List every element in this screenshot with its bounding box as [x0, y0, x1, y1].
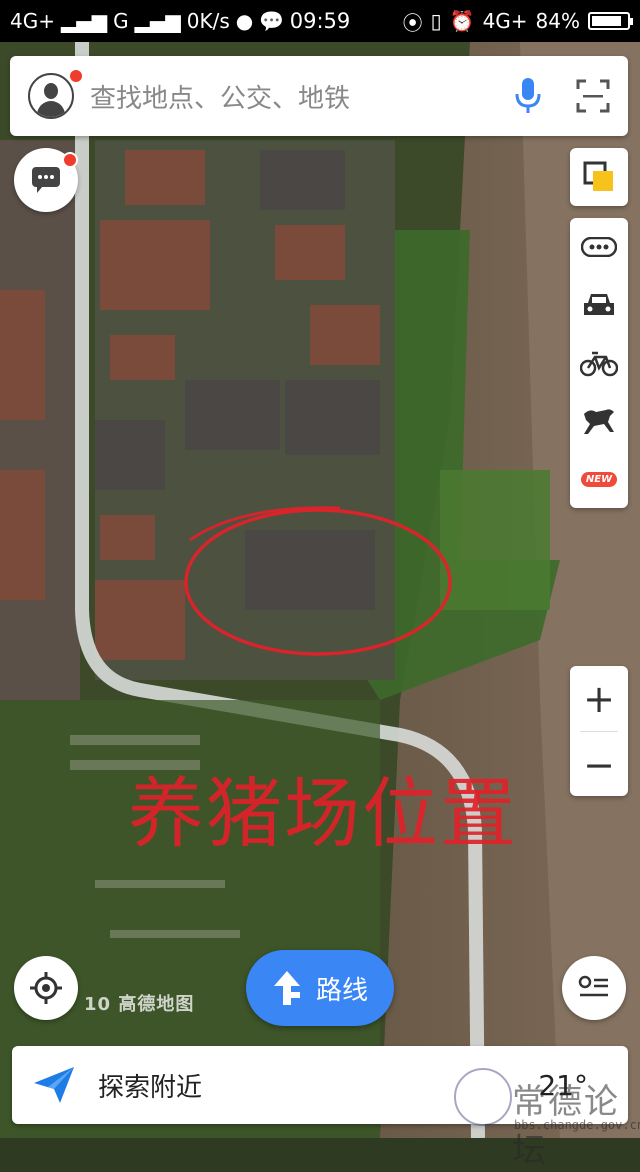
tool-panel: NEW: [570, 218, 628, 508]
explore-label: 探索附近: [98, 1072, 203, 1103]
location-icon: ⦿: [402, 10, 423, 35]
network-label: 4G+: [10, 9, 55, 33]
scan-icon[interactable]: [576, 79, 610, 113]
network-label: 4G+: [482, 9, 528, 33]
battery-text: 84%: [535, 9, 580, 33]
temperature: 21°: [538, 1068, 588, 1102]
battery-icon: [588, 12, 633, 30]
microphone-icon[interactable]: [514, 76, 542, 116]
network-label: G: [113, 9, 129, 33]
list-view-button[interactable]: [562, 956, 626, 1020]
net-speed: 0K/s: [186, 9, 230, 33]
route-arrow-icon: [273, 971, 300, 1005]
zoom-out-button[interactable]: −: [570, 732, 628, 797]
notification-dot: [68, 68, 84, 84]
message-icon: [32, 167, 60, 193]
new-feature-button[interactable]: NEW: [570, 450, 628, 508]
message-button[interactable]: [14, 148, 78, 212]
horse-icon: [584, 409, 614, 434]
annotation-text: 养猪场位置: [128, 769, 518, 858]
signal-icon: ▂▄▆: [60, 9, 108, 33]
taxi-button[interactable]: [570, 276, 628, 334]
search-input[interactable]: 查找地点、公交、地铁: [90, 78, 514, 115]
route-label: 路线: [315, 975, 368, 1006]
bicycle-icon: [580, 351, 618, 377]
send-arrow-icon: [34, 1067, 74, 1103]
notification-dot: [62, 152, 78, 168]
new-badge: NEW: [580, 471, 618, 487]
locate-button[interactable]: [14, 956, 78, 1020]
more-dots-icon: [581, 237, 617, 257]
map-logo: 10 高德地图: [84, 994, 195, 1015]
wechat-icon: ●: [235, 9, 254, 33]
signal-icon: ▂▄▆: [134, 9, 181, 33]
horse-button[interactable]: [570, 392, 628, 450]
vibrate-icon: ▯: [430, 9, 442, 33]
status-bar: 4G+ ▂▄▆ G ▂▄▆ 0K/s ● 💬 09:59 ⦿ ▯ ⏰ 4G+ 8…: [0, 0, 640, 42]
avatar[interactable]: [28, 73, 74, 119]
alarm-icon: ⏰: [449, 9, 475, 33]
layers-button[interactable]: [570, 148, 628, 206]
crosshair-icon: [30, 972, 62, 1004]
layers-icon: [583, 161, 613, 191]
search-bar[interactable]: 查找地点、公交、地铁: [10, 56, 628, 136]
bike-button[interactable]: [570, 334, 628, 392]
more-button[interactable]: [570, 218, 628, 276]
zoom-in-button[interactable]: +: [570, 666, 628, 731]
zoom-control: + −: [570, 666, 628, 796]
car-icon: [584, 294, 614, 315]
route-button[interactable]: 路线: [246, 950, 394, 1026]
explore-bar[interactable]: 探索附近 21°: [12, 1046, 628, 1124]
list-icon: [578, 975, 608, 997]
chat-bubble-icon: 💬: [259, 9, 285, 33]
